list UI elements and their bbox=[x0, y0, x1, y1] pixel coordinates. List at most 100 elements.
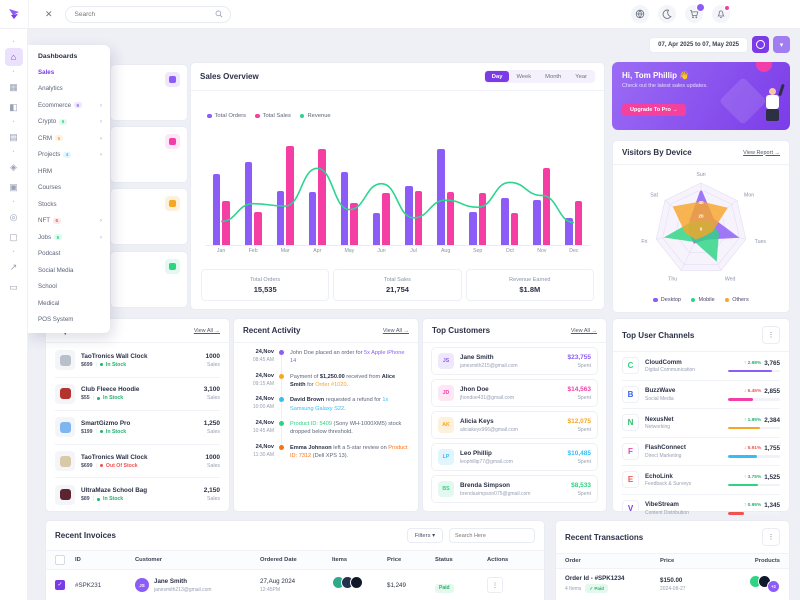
row-checkbox[interactable]: ✓ bbox=[55, 580, 65, 590]
view-all-link[interactable]: View All → bbox=[194, 328, 220, 334]
search-input[interactable] bbox=[72, 9, 215, 19]
channel-row[interactable]: F FlashConnect Direct Marketing ↓ 5.91% 1,75… bbox=[622, 438, 780, 466]
status-badge: ✓ Paid bbox=[585, 584, 608, 593]
menu-item-nft[interactable]: NFT 6 › bbox=[28, 213, 110, 230]
customer-name: Leo Phillip bbox=[460, 449, 492, 457]
range-button-week[interactable]: Week bbox=[509, 71, 538, 82]
menu-item-hrm[interactable]: HRM bbox=[28, 163, 110, 180]
activity-item[interactable]: 24,Nov 10:45 AM Product ID: 5409 (Sony WH-… bbox=[242, 420, 410, 436]
sales-chart bbox=[205, 127, 590, 246]
compass-icon[interactable]: ◎ bbox=[5, 208, 23, 226]
customer-email: leophillip77@gmail.com bbox=[460, 458, 513, 465]
menu-item-label: Sales bbox=[38, 68, 55, 76]
customer-amount: $12,075 bbox=[567, 417, 592, 425]
activity-item[interactable]: 24,Nov 10:00 AM David Brown requested a re… bbox=[242, 396, 410, 412]
view-all-link[interactable]: View All → bbox=[571, 328, 597, 334]
cart-badge bbox=[696, 3, 705, 12]
range-button-year[interactable]: Year bbox=[568, 71, 594, 82]
menu-item-social-media[interactable]: Social Media bbox=[28, 262, 110, 279]
product-image bbox=[55, 484, 75, 505]
menu-item-courses[interactable]: Courses bbox=[28, 180, 110, 197]
collapse-button[interactable]: ▾ bbox=[773, 36, 790, 53]
customer-row[interactable]: LP Leo Phillip leophillip77@gmail.com $10,4… bbox=[431, 443, 598, 471]
apps-icon[interactable]: ▦ bbox=[5, 78, 23, 96]
activity-item[interactable]: 24,Nov 08:45 AM John Doe placed an order f… bbox=[242, 349, 410, 365]
invoice-row[interactable]: ✓ #SPK231 JS Jane Smith janesmith213@gmail.c… bbox=[46, 570, 544, 600]
home-icon[interactable]: ⌂ bbox=[4, 48, 23, 66]
file-icon[interactable]: ▤ bbox=[5, 128, 23, 146]
menu-item-jobs[interactable]: Jobs 8 › bbox=[28, 229, 110, 246]
avatar: BS bbox=[438, 481, 454, 497]
menu-item-crypto[interactable]: Crypto 6 › bbox=[28, 114, 110, 131]
channel-value: 1,345 bbox=[764, 502, 780, 509]
cart-icon[interactable] bbox=[685, 3, 705, 23]
menu-item-ecommerce[interactable]: Ecommerce 9 › bbox=[28, 97, 110, 114]
cube-icon[interactable]: ◧ bbox=[5, 98, 23, 116]
diamond-icon[interactable]: ◈ bbox=[5, 158, 23, 176]
channel-row[interactable]: N NexusNet Networking ↑ 1.95% 2,384 bbox=[622, 409, 780, 438]
menu-item-pos-system[interactable]: POS System bbox=[28, 312, 110, 329]
stock-dot bbox=[99, 430, 103, 434]
transaction-price: $150.00 2024-08-27 bbox=[660, 576, 686, 592]
product-row[interactable]: UltraMaze School Bag $89 | In Stock 2,150 Sal… bbox=[55, 478, 220, 511]
upgrade-pro-button[interactable]: Upgrade To Pro → bbox=[622, 104, 686, 116]
product-row[interactable]: SmartGizmo Pro $199 | In Stock 1,250 Sales bbox=[55, 411, 220, 445]
invoice-search-input[interactable] bbox=[449, 528, 535, 543]
channel-row[interactable]: V VibeStream Content Distribution ↑ 0.95% 1,… bbox=[622, 495, 780, 523]
menu-item-podcast[interactable]: Podcast bbox=[28, 246, 110, 263]
month-label: Sep bbox=[473, 248, 483, 254]
view-report-link[interactable]: View Report → bbox=[743, 150, 780, 156]
total-cell: Total Sales 21,754 bbox=[333, 269, 462, 301]
menu-item-stocks[interactable]: Stocks bbox=[28, 196, 110, 213]
view-all-link[interactable]: View All → bbox=[383, 328, 409, 334]
gift-icon[interactable]: ▣ bbox=[5, 178, 23, 196]
legend-item: Total Sales bbox=[255, 113, 291, 119]
date-range-picker[interactable]: 07, Apr 2025 to 07, May 2025 bbox=[649, 36, 748, 53]
product-row[interactable]: TaoTronics Wall Clock $699 | Out Of Stock 10… bbox=[55, 445, 220, 479]
globe-icon[interactable] bbox=[631, 5, 649, 23]
chart-icon[interactable]: ↗ bbox=[5, 258, 23, 276]
transaction-row[interactable]: Order Id - #SPK1234 4 Items ✓ Paid $150.00 2… bbox=[556, 569, 789, 599]
app-logo[interactable] bbox=[0, 0, 29, 28]
briefcase-icon[interactable]: ▢ bbox=[5, 228, 23, 246]
customer-row[interactable]: BS Brenda Simpson brendasimpson075@gmail.c… bbox=[431, 475, 598, 503]
sales-totals: Total Orders 15,535 Total Sales 21,754 Reven… bbox=[201, 269, 594, 301]
top-channels-title: Top User Channels bbox=[622, 330, 695, 340]
product-row[interactable]: Club Fleece Hoodie $55 | In Stock 3,100 Sales bbox=[55, 378, 220, 412]
more-options-icon[interactable]: ⋮ bbox=[762, 326, 780, 344]
menu-item-analytics[interactable]: Analytics bbox=[28, 81, 110, 98]
customer-row[interactable]: JS Jane Smith janesmith215@gmail.com $23,75… bbox=[431, 347, 598, 375]
select-all-checkbox[interactable] bbox=[55, 555, 65, 565]
customer-row[interactable]: AK Alicia Keys aliciakeys966@gmail.com $12,… bbox=[431, 411, 598, 439]
range-button-month[interactable]: Month bbox=[538, 71, 568, 82]
dashboard-app: ✕ •⌂•▦◧•▤•◈▣•◎▢•↗▭ Dashboards Sa bbox=[0, 0, 800, 600]
stock-dot bbox=[97, 396, 101, 400]
menu-item-label: Jobs bbox=[38, 233, 52, 241]
month-label: Aug bbox=[440, 248, 451, 254]
close-icon[interactable]: ✕ bbox=[45, 9, 53, 20]
menu-item-crm[interactable]: CRM 5 › bbox=[28, 130, 110, 147]
activity-item[interactable]: 24,Nov 09:15 AM Payment of $1,250.00 recei… bbox=[242, 373, 410, 389]
channel-row[interactable]: C CloudComm Digital Communication ↑ 2.98% 3,… bbox=[622, 352, 780, 381]
bell-icon[interactable] bbox=[712, 5, 730, 23]
customer-email: jhondoe431@gmail.com bbox=[460, 394, 514, 401]
refresh-button[interactable] bbox=[752, 36, 769, 53]
activity-time: 08:45 AM bbox=[252, 357, 274, 363]
product-row[interactable]: TaoTronics Wall Clock $699 | In Stock 1000 Sa… bbox=[55, 344, 220, 378]
menu-item-school[interactable]: School bbox=[28, 279, 110, 296]
svg-text:Fri: Fri bbox=[641, 239, 647, 245]
menu-item-projects[interactable]: Projects 4 › bbox=[28, 147, 110, 164]
row-actions-button[interactable]: ⋮ bbox=[487, 577, 503, 593]
activity-item[interactable]: 24,Nov 11:30 AM Emma Johnson left a 5-star… bbox=[242, 444, 410, 460]
product-price: $199 bbox=[81, 428, 93, 435]
customer-row[interactable]: JD Jhon Doe jhondoe431@gmail.com $14,563 Spe… bbox=[431, 379, 598, 407]
filters-button[interactable]: Filters ▾ bbox=[406, 528, 443, 543]
channel-row[interactable]: E EchoLink Feedback & Surveys ↑ 3.75% 1,525 bbox=[622, 466, 780, 495]
menu-item-sales[interactable]: Sales bbox=[28, 64, 110, 81]
wallet-icon[interactable]: ▭ bbox=[5, 278, 23, 296]
more-options-icon[interactable]: ⋮ bbox=[762, 528, 780, 546]
range-button-day[interactable]: Day bbox=[484, 71, 510, 82]
menu-item-medical[interactable]: Medical bbox=[28, 295, 110, 312]
channel-row[interactable]: B BuzzWave Social Media ↓ 6.45% 2,855 bbox=[622, 381, 780, 409]
moon-icon[interactable] bbox=[658, 5, 676, 23]
